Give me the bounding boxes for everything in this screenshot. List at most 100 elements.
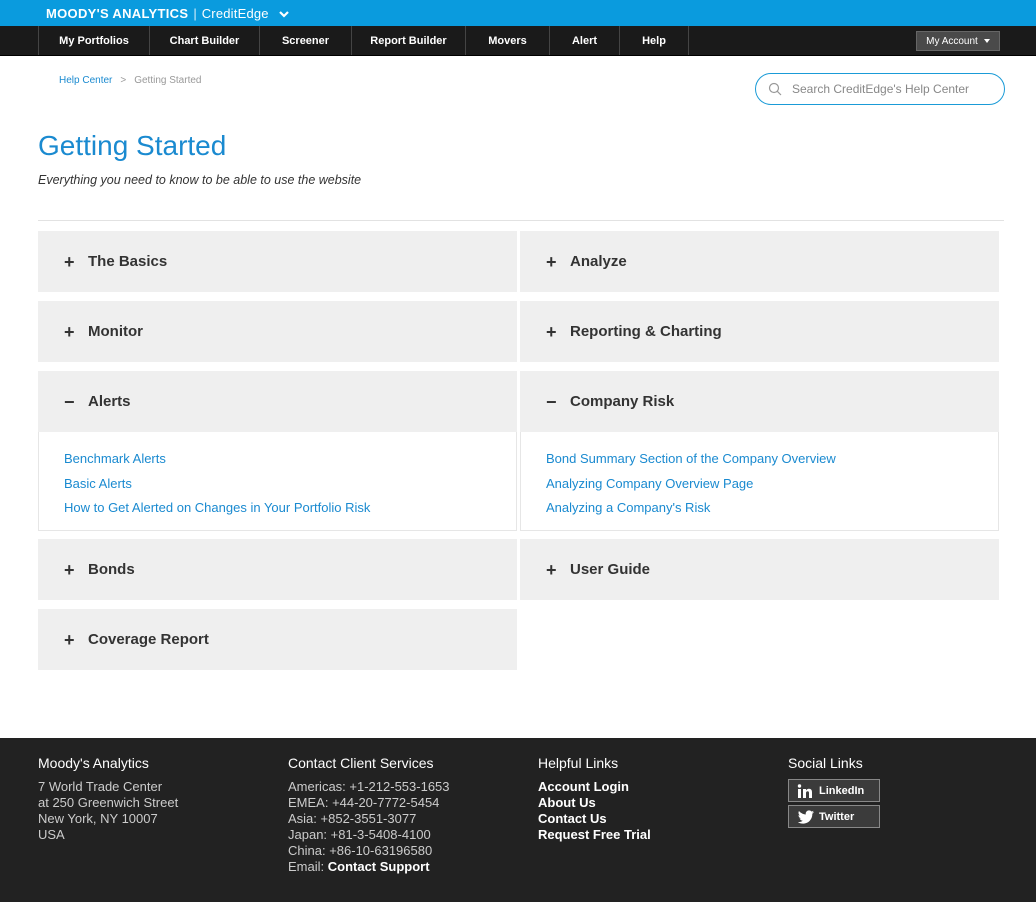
- breadcrumb-current: Getting Started: [134, 75, 202, 86]
- footer-company-heading: Moody's Analytics: [38, 755, 149, 771]
- footer: Moody's Analytics 7 World Trade Center a…: [0, 738, 1036, 902]
- caret-down-icon: [983, 39, 990, 43]
- footer-contact: Contact Client Services Americas: +1-212…: [288, 755, 450, 875]
- twitter-icon: [797, 809, 819, 824]
- accordion-title: Analyze: [570, 253, 627, 270]
- breadcrumb: Help Center > Getting Started: [59, 75, 201, 86]
- plus-icon: +: [64, 321, 75, 342]
- section-reporting-charting: + Reporting & Charting: [520, 301, 999, 362]
- nav-report-builder[interactable]: Report Builder: [351, 26, 465, 55]
- section-alerts: − Alerts Benchmark Alerts Basic Alerts H…: [38, 371, 517, 531]
- linkedin-button[interactable]: LinkedIn: [788, 779, 880, 802]
- section-coverage-report: + Coverage Report: [38, 609, 517, 670]
- section-analyze: + Analyze: [520, 231, 999, 292]
- accordion-header-alerts[interactable]: − Alerts: [38, 371, 517, 432]
- breadcrumb-separator: >: [120, 75, 127, 86]
- footer-contact-heading: Contact Client Services: [288, 755, 434, 771]
- footer-social-heading: Social Links: [788, 755, 863, 771]
- accordion-title: Bonds: [88, 561, 135, 578]
- accordion-header-coverage-report[interactable]: + Coverage Report: [38, 609, 517, 670]
- section-user-guide: + User Guide: [520, 539, 999, 600]
- accordion-body-company-risk: Bond Summary Section of the Company Over…: [520, 432, 999, 531]
- contact-support-link[interactable]: Contact Support: [328, 859, 430, 874]
- brand-logo[interactable]: MOODY'S ANALYTICS | CreditEdge: [46, 6, 289, 21]
- accordion-header-company-risk[interactable]: − Company Risk: [520, 371, 999, 432]
- accordion-title: The Basics: [88, 253, 168, 270]
- chevron-down-icon[interactable]: [278, 9, 289, 19]
- accordion-title: Coverage Report: [88, 631, 209, 648]
- my-account-button[interactable]: My Account: [916, 31, 1000, 51]
- link-benchmark-alerts[interactable]: Benchmark Alerts: [64, 447, 491, 472]
- accordion-body-alerts: Benchmark Alerts Basic Alerts How to Get…: [38, 432, 517, 531]
- accordion-header-analyze[interactable]: + Analyze: [520, 231, 999, 292]
- address-line: at 250 Greenwich Street: [38, 795, 179, 810]
- footer-helpful-heading: Helpful Links: [538, 755, 619, 771]
- accordion-header-reporting-charting[interactable]: + Reporting & Charting: [520, 301, 999, 362]
- link-request-free-trial[interactable]: Request Free Trial: [538, 827, 651, 843]
- accordion-header-bonds[interactable]: + Bonds: [38, 539, 517, 600]
- linkedin-label: LinkedIn: [819, 784, 865, 797]
- accordion-header-user-guide[interactable]: + User Guide: [520, 539, 999, 600]
- plus-icon: +: [64, 251, 75, 272]
- plus-icon: +: [546, 559, 557, 580]
- link-account-login[interactable]: Account Login: [538, 779, 651, 795]
- accordion-title: Alerts: [88, 393, 131, 410]
- footer-helpful-links: Helpful Links Account Login About Us Con…: [538, 755, 651, 843]
- search-box: [755, 73, 1005, 105]
- email-row: Email: Contact Support: [288, 859, 450, 875]
- search-icon: [768, 82, 782, 96]
- brand-name: MOODY'S ANALYTICS: [46, 6, 189, 21]
- address-line: 7 World Trade Center: [38, 779, 163, 794]
- accordion-title: Monitor: [88, 323, 143, 340]
- plus-icon: +: [64, 629, 75, 650]
- accordion-header-monitor[interactable]: + Monitor: [38, 301, 517, 362]
- nav-screener[interactable]: Screener: [259, 26, 351, 55]
- link-basic-alerts[interactable]: Basic Alerts: [64, 472, 491, 497]
- footer-social-links: Social Links LinkedIn Twitter: [788, 755, 880, 831]
- phone-americas: Americas: +1-212-553-1653: [288, 779, 450, 794]
- link-contact-us[interactable]: Contact Us: [538, 811, 651, 827]
- phone-japan: Japan: +81-3-5408-4100: [288, 827, 431, 842]
- nav-my-portfolios[interactable]: My Portfolios: [38, 26, 149, 55]
- link-company-risk[interactable]: Analyzing a Company's Risk: [546, 496, 973, 521]
- accordion-header-the-basics[interactable]: + The Basics: [38, 231, 517, 292]
- twitter-label: Twitter: [819, 810, 855, 823]
- email-label: Email:: [288, 859, 325, 874]
- footer-company: Moody's Analytics 7 World Trade Center a…: [38, 755, 178, 843]
- breadcrumb-help-center[interactable]: Help Center: [59, 75, 112, 86]
- nav-chart-builder[interactable]: Chart Builder: [149, 26, 259, 55]
- my-account-label: My Account: [926, 35, 978, 47]
- phone-asia: Asia: +852-3551-3077: [288, 811, 417, 826]
- section-monitor: + Monitor: [38, 301, 517, 362]
- address-line: USA: [38, 827, 65, 842]
- divider: [38, 220, 1004, 221]
- link-about-us[interactable]: About Us: [538, 795, 651, 811]
- plus-icon: +: [64, 559, 75, 580]
- search-input[interactable]: [790, 81, 999, 97]
- link-company-overview[interactable]: Analyzing Company Overview Page: [546, 472, 973, 497]
- brand-bar: MOODY'S ANALYTICS | CreditEdge: [0, 0, 1036, 26]
- accordion-title: Company Risk: [570, 393, 675, 410]
- linkedin-icon: [797, 783, 819, 798]
- accordion-title: Reporting & Charting: [570, 323, 722, 340]
- section-the-basics: + The Basics: [38, 231, 517, 292]
- section-company-risk: − Company Risk Bond Summary Section of t…: [520, 371, 999, 531]
- plus-icon: +: [546, 321, 557, 342]
- plus-icon: +: [546, 251, 557, 272]
- phone-emea: EMEA: +44-20-7772-5454: [288, 795, 440, 810]
- phone-china: China: +86-10-63196580: [288, 843, 433, 858]
- page-subtitle: Everything you need to know to be able t…: [38, 173, 362, 187]
- link-bond-summary[interactable]: Bond Summary Section of the Company Over…: [546, 447, 973, 472]
- minus-icon: −: [64, 391, 75, 412]
- nav-alert[interactable]: Alert: [549, 26, 619, 55]
- minus-icon: −: [546, 391, 557, 412]
- brand-separator: |: [193, 6, 197, 21]
- nav-movers[interactable]: Movers: [465, 26, 549, 55]
- page-title: Getting Started: [38, 130, 227, 161]
- address-line: New York, NY 10007: [38, 811, 158, 826]
- section-bonds: + Bonds: [38, 539, 517, 600]
- nav-menu: My Portfolios Chart Builder Screener Rep…: [38, 26, 689, 55]
- link-portfolio-risk-alerts[interactable]: How to Get Alerted on Changes in Your Po…: [64, 496, 491, 521]
- nav-help[interactable]: Help: [619, 26, 689, 55]
- twitter-button[interactable]: Twitter: [788, 805, 880, 828]
